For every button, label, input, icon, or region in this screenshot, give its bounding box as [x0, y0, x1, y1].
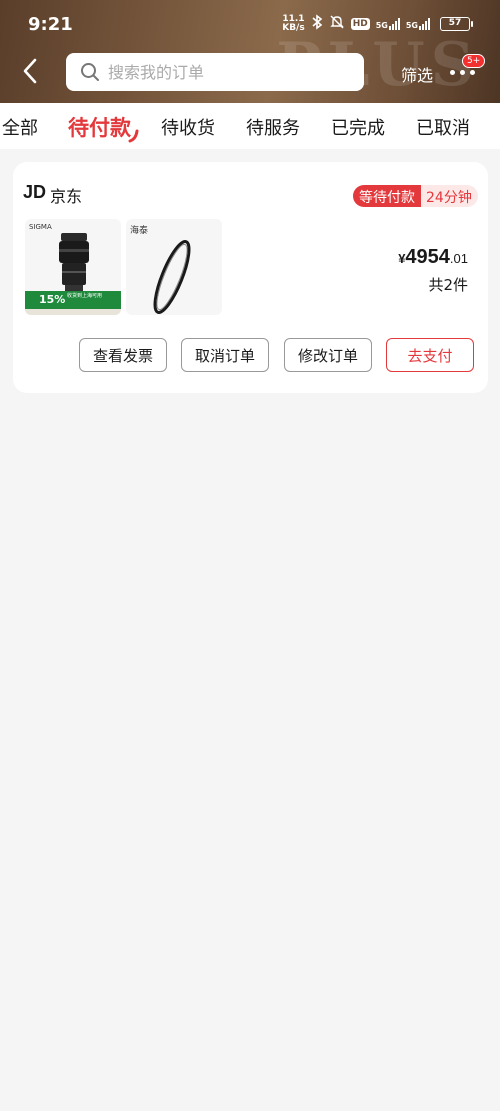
status-bar: 9:21 11.1 KB/s HD 5G 5G 57: [0, 0, 500, 48]
mute-icon: [329, 14, 345, 34]
promo-banner: 15% 收货到上海可用: [25, 291, 121, 309]
order-card[interactable]: JD 京东 等待付款 24分钟 SIGMA 15% 收货到上海可用 海泰 ¥49…: [13, 162, 488, 393]
status-time: 9:21: [28, 14, 73, 35]
search-input[interactable]: [108, 62, 348, 82]
search-box[interactable]: [66, 53, 364, 91]
promo-footer: [25, 309, 121, 315]
order-status: 等待付款: [353, 185, 421, 207]
header: PLUS 9:21 11.1 KB/s HD 5G 5G 57 搜索我的订单 筛…: [0, 0, 500, 103]
more-button[interactable]: 5+: [450, 54, 486, 88]
status-badge: 等待付款 24分钟: [353, 185, 478, 207]
product-thumb-filter[interactable]: 海泰: [126, 219, 222, 315]
promo-percent: 15%: [39, 293, 66, 306]
order-tabs: 全部 待付款 待收货 待服务 已完成 已取消: [0, 103, 500, 149]
payment-countdown: 24分钟: [421, 185, 478, 207]
tab-completed[interactable]: 已完成: [331, 114, 385, 140]
back-button[interactable]: [20, 56, 48, 88]
chevron-left-icon: [23, 58, 37, 84]
promo-text: 收货到上海可用: [67, 293, 103, 299]
bluetooth-icon: [311, 14, 323, 34]
signal-icon: 5G: [376, 18, 400, 30]
product-thumb-lens[interactable]: SIGMA 15% 收货到上海可用: [25, 219, 121, 315]
view-invoice-button[interactable]: 查看发票: [79, 338, 167, 372]
tab-pending-payment[interactable]: 待付款: [68, 112, 131, 142]
active-tab-indicator: [128, 129, 139, 143]
more-badge: 5+: [462, 54, 486, 68]
net-speed: 11.1 KB/s: [282, 14, 305, 33]
battery-icon: 57: [440, 17, 473, 31]
tab-pending-service[interactable]: 待服务: [246, 114, 300, 140]
modify-order-button[interactable]: 修改订单: [284, 338, 372, 372]
tab-pending-receipt[interactable]: 待收货: [161, 114, 215, 140]
cancel-order-button[interactable]: 取消订单: [181, 338, 269, 372]
hd-voice-icon: HD: [350, 18, 370, 30]
jd-logo: JD: [23, 182, 47, 202]
signal-icon-2: 5G: [406, 18, 430, 30]
filter-button[interactable]: 筛选: [401, 62, 433, 86]
more-icon: [450, 70, 475, 75]
tab-cancelled[interactable]: 已取消: [416, 114, 470, 140]
pay-button[interactable]: 去支付: [386, 338, 474, 372]
search-icon: [81, 63, 99, 81]
shop-name[interactable]: 京东: [50, 183, 82, 207]
item-count: 共2件: [428, 276, 468, 294]
status-icons: 11.1 KB/s HD 5G 5G 57: [282, 14, 473, 34]
tab-all[interactable]: 全部: [2, 114, 38, 140]
nav-row: 筛选 5+: [0, 52, 500, 92]
order-price: ¥4954.01: [398, 246, 468, 268]
filter-ring-image: [153, 240, 191, 314]
